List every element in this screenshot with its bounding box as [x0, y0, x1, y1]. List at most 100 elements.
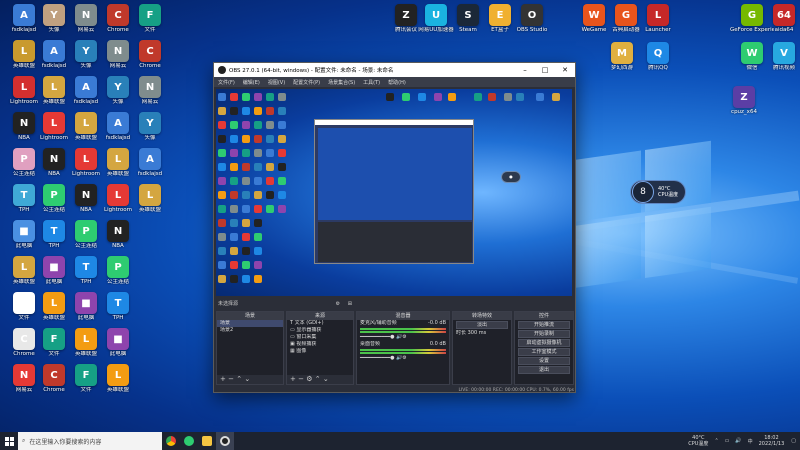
windows-logo-wallpaper [575, 140, 715, 290]
add-icon[interactable]: + [220, 375, 226, 383]
move-down-icon[interactable]: ⌄ [244, 375, 250, 383]
source-item[interactable]: ▣ 视频捕获 [287, 341, 353, 348]
desktop-icon[interactable]: ■ 此电脑 [96, 328, 140, 357]
source-item[interactable]: T 文本 (GDI+) [287, 320, 353, 327]
settings-button[interactable]: 设置 [518, 357, 570, 365]
obs-preview-canvas[interactable]: ● [216, 89, 572, 296]
app-icon: A [107, 112, 129, 134]
preview-icon [266, 205, 274, 213]
menu-help[interactable]: 帮助(H) [384, 79, 410, 86]
ime-icon[interactable]: 中 [748, 438, 753, 445]
source-item[interactable]: ▭ 显示器捕获 [287, 327, 353, 334]
desktop-icon[interactable]: V 腾讯视频 [762, 42, 800, 71]
chevron-up-icon[interactable]: ⌃ [714, 438, 718, 444]
taskbar-chrome[interactable] [162, 432, 180, 450]
tray-cpu-temp[interactable]: 40°C CPU温度 [688, 435, 708, 447]
preview-cpu-badge: ● [501, 171, 521, 183]
desktop-icon[interactable]: Afsdklajsd [128, 148, 172, 177]
network-icon[interactable]: ▭ [725, 438, 730, 444]
scene-item[interactable]: 场景2 [217, 327, 283, 334]
remove-icon[interactable]: − [228, 375, 234, 383]
desktop-icon-label: 网易云 [141, 99, 159, 105]
desktop-icon[interactable]: 64 aida64 [762, 4, 800, 33]
preview-icon [266, 163, 274, 171]
obs-icon [220, 436, 230, 446]
volume-slider[interactable]: ━━━━━━━━━━● 🔊⚙ [357, 334, 449, 341]
menu-scene-collection[interactable]: 场景集合(S) [324, 79, 359, 86]
cpu-temp-widget[interactable]: 8 40°C CPU温度 [630, 180, 686, 204]
notification-icon[interactable]: ▢ [791, 438, 796, 444]
sources-header: 来源 [287, 312, 353, 320]
move-up-icon[interactable]: ⌃ [236, 375, 242, 383]
app-icon: N [75, 184, 97, 206]
desktop-icon[interactable]: L Launcher [636, 4, 680, 33]
taskbar-obs[interactable] [216, 432, 234, 450]
desktop-icon[interactable]: C Chrome [128, 40, 172, 69]
tray-clock[interactable]: 18:02 2022/1/13 [759, 435, 785, 447]
desktop-icon[interactable]: Zcpuz_x64 [722, 86, 766, 115]
menu-tools[interactable]: 工具(T) [359, 79, 384, 86]
preview-icon [278, 177, 286, 185]
preview-icon [242, 233, 250, 241]
close-icon[interactable]: ✕ [555, 66, 575, 74]
source-item[interactable]: ▦ 图像 [287, 348, 353, 355]
preview-icon [266, 149, 274, 157]
desktop-icon-label: cpuz_x64 [731, 109, 757, 115]
desktop-icon[interactable]: Y 头像 [128, 112, 172, 141]
minimize-icon[interactable]: – [515, 66, 535, 74]
start-button[interactable] [0, 432, 18, 450]
taskbar-explorer[interactable] [198, 432, 216, 450]
volume-icon[interactable]: 🔊 [735, 438, 741, 444]
desktop-icon[interactable]: O OBS Studio [510, 4, 554, 33]
app-icon: T [107, 292, 129, 314]
taskbar-wechat[interactable] [180, 432, 198, 450]
taskbar-search[interactable]: ⌕ 在这里输入你要搜索的内容 [18, 432, 162, 450]
app-icon: S [457, 4, 479, 26]
add-icon[interactable]: + [290, 375, 296, 383]
menu-view[interactable]: 视图(V) [264, 79, 289, 86]
desktop-icon[interactable]: L 英雄联盟 [96, 364, 140, 393]
source-item[interactable]: ▭ 窗口采集 [287, 334, 353, 341]
controls-header: 控件 [515, 312, 573, 320]
desktop-icon[interactable]: T TPH [96, 292, 140, 321]
maximize-icon[interactable]: □ [535, 66, 555, 74]
menu-file[interactable]: 文件(F) [214, 79, 239, 86]
preview-icon [266, 191, 274, 199]
preview-icon [278, 121, 286, 129]
preview-icon [278, 191, 286, 199]
duration-input[interactable]: 300 ms [468, 330, 487, 336]
preview-icon [242, 205, 250, 213]
nested-preview [318, 128, 472, 220]
desktop-icon[interactable]: N 网易云 [128, 76, 172, 105]
desktop-icon[interactable]: P 公主连结 [96, 256, 140, 285]
preview-icon [254, 233, 262, 241]
preview-icon [266, 107, 274, 115]
move-up-icon[interactable]: ⌃ [315, 375, 321, 383]
desktop-icon-label: 英雄联盟 [106, 387, 129, 393]
move-down-icon[interactable]: ⌄ [323, 375, 329, 383]
obs-status-bar: LIVE: 00:00:00 REC: 00:00:00 CPU: 0.7%, … [458, 388, 574, 393]
cpu-usage-circle: 8 [632, 181, 654, 203]
virtual-camera-button[interactable]: 启动虚拟摄像机 [518, 339, 570, 347]
start-recording-button[interactable]: 开始录制 [518, 330, 570, 338]
desktop-icon[interactable]: N NBA [96, 220, 140, 249]
desktop-icon[interactable]: Q 腾讯QQ [636, 42, 680, 71]
obs-window[interactable]: OBS 27.0.1 (64-bit, windows) - 配置文件: 未命名… [213, 62, 576, 393]
start-streaming-button[interactable]: 开始推流 [518, 321, 570, 329]
scene-item[interactable]: 场景 [217, 320, 283, 327]
desktop-icon[interactable]: F 文件 [128, 4, 172, 33]
remove-icon[interactable]: − [298, 375, 304, 383]
studio-mode-button[interactable]: 工作室模式 [518, 348, 570, 356]
app-icon: L [43, 112, 65, 134]
preview-icon [278, 149, 286, 157]
menu-edit[interactable]: 编辑(E) [239, 79, 264, 86]
desktop-icon[interactable]: L 英雄联盟 [128, 184, 172, 213]
app-icon: A [139, 148, 161, 170]
menu-profile[interactable]: 配置文件(P) [289, 79, 324, 86]
exit-button[interactable]: 退出 [518, 366, 570, 374]
settings-icon[interactable]: ⚙ [306, 375, 312, 383]
desktop-icon-label: 腾讯视频 [772, 65, 795, 71]
obs-title-bar[interactable]: OBS 27.0.1 (64-bit, windows) - 配置文件: 未命名… [214, 63, 575, 77]
transition-select[interactable]: 淡出 [456, 321, 508, 329]
volume-slider[interactable]: ━━━━━━━━━━● 🔊⚙ [357, 355, 449, 362]
